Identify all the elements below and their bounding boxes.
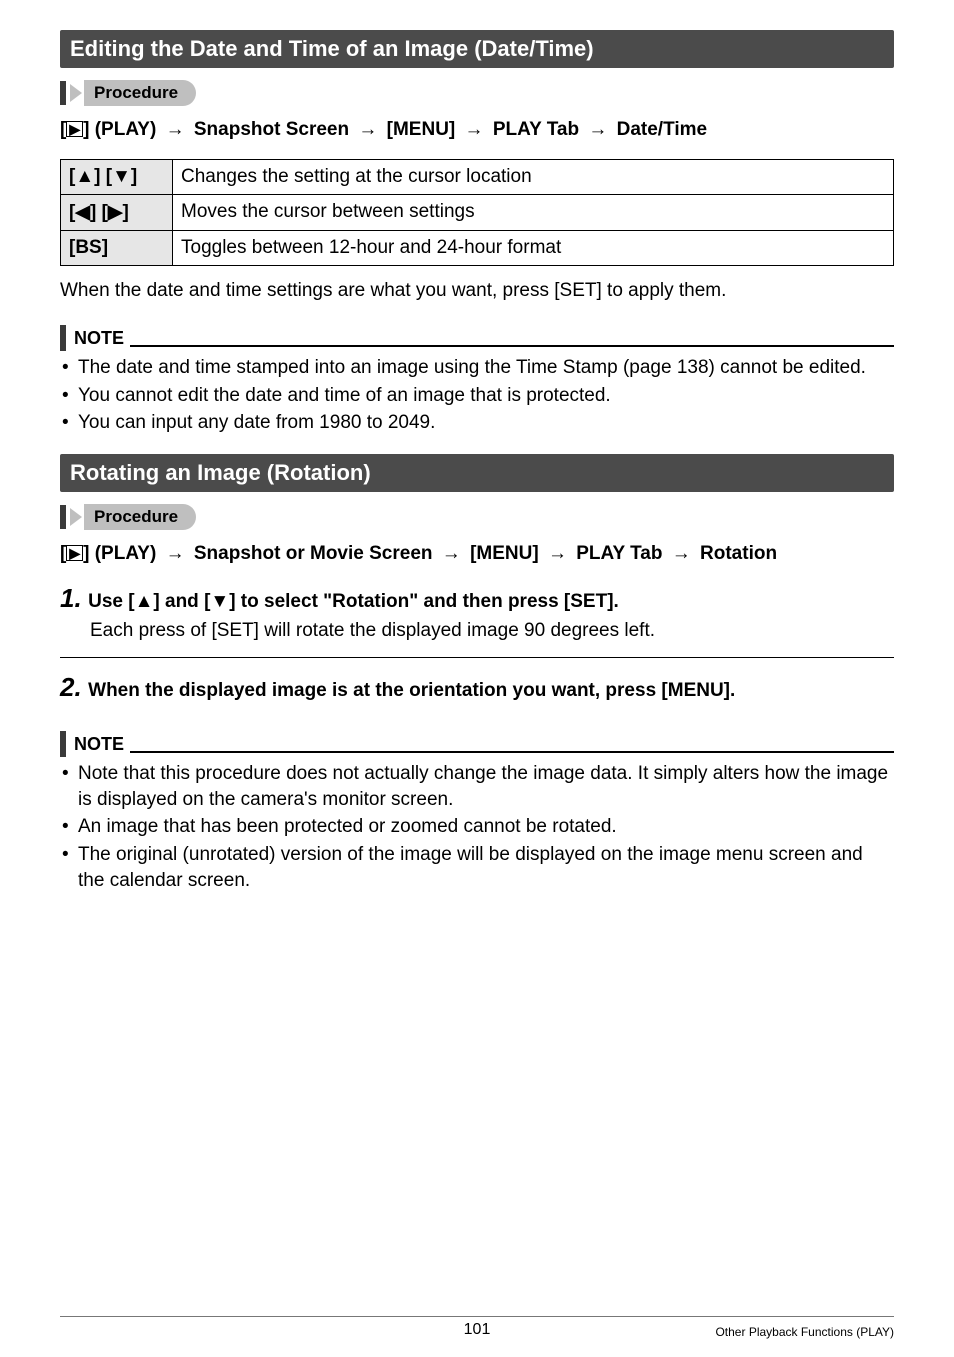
step-1-body: Each press of [SET] will rotate the disp… [90, 618, 894, 644]
procedure-label: Procedure [84, 504, 196, 530]
section-heading-rotation: Rotating an Image (Rotation) [60, 454, 894, 492]
path-part-4: Date/Time [617, 119, 707, 140]
page: Editing the Date and Time of an Image (D… [0, 0, 954, 1357]
procedure-bar-icon [60, 81, 66, 105]
table-row: [▲] [▼] Changes the setting at the curso… [61, 159, 894, 194]
note-header: NOTE [60, 325, 894, 351]
footer-rule [60, 1316, 894, 1317]
table-key: [◀] [▶] [61, 194, 173, 230]
step-divider [60, 657, 894, 658]
list-item: An image that has been protected or zoom… [60, 814, 894, 840]
table-key: [▲] [▼] [61, 159, 173, 194]
step-1: 1. Use [▲] and [▼] to select "Rotation" … [60, 583, 894, 644]
list-item: You cannot edit the date and time of an … [60, 383, 894, 409]
controls-table: [▲] [▼] Changes the setting at the curso… [60, 159, 894, 266]
arrow-icon: → [166, 540, 185, 569]
table-row: [BS] Toggles between 12-hour and 24-hour… [61, 230, 894, 265]
list-item: You can input any date from 1980 to 2049… [60, 410, 894, 436]
path-part-3: PLAY Tab [576, 543, 662, 564]
procedure-row: Procedure [60, 504, 894, 530]
table-row: [◀] [▶] Moves the cursor between setting… [61, 194, 894, 230]
procedure-label: Procedure [84, 80, 196, 106]
procedure-path-2: [▶] (PLAY) → Snapshot or Movie Screen → … [60, 540, 894, 569]
note-rule [130, 751, 894, 753]
note-label: NOTE [74, 328, 124, 351]
table-key: [BS] [61, 230, 173, 265]
step-number: 2. [60, 672, 82, 703]
path-part-2: [MENU] [470, 543, 539, 564]
step-number: 1. [60, 583, 82, 614]
note-label: NOTE [74, 734, 124, 757]
table-desc: Changes the setting at the cursor locati… [173, 159, 894, 194]
note-bar-icon [60, 731, 66, 757]
note-list-1: The date and time stamped into an image … [60, 355, 894, 436]
apply-text: When the date and time settings are what… [60, 278, 894, 304]
path-part-0: ] (PLAY) [83, 119, 156, 140]
table-desc: Moves the cursor between settings [173, 194, 894, 230]
list-item: The date and time stamped into an image … [60, 355, 894, 381]
page-number: 101 [320, 1321, 634, 1339]
section-heading-date-time: Editing the Date and Time of an Image (D… [60, 30, 894, 68]
arrow-icon: → [465, 116, 484, 145]
list-item: The original (unrotated) version of the … [60, 842, 894, 893]
table-desc: Toggles between 12-hour and 24-hour form… [173, 230, 894, 265]
arrow-icon: → [672, 540, 691, 569]
path-part-2: [MENU] [387, 119, 456, 140]
note-list-2: Note that this procedure does not actual… [60, 761, 894, 893]
path-part-3: PLAY Tab [493, 119, 579, 140]
path-part-1: Snapshot Screen [194, 119, 349, 140]
procedure-row: Procedure [60, 80, 894, 106]
play-icon: ▶ [66, 121, 83, 137]
arrow-icon: → [548, 540, 567, 569]
note-header: NOTE [60, 731, 894, 757]
step-2: 2. When the displayed image is at the or… [60, 672, 894, 703]
note-rule [130, 345, 894, 347]
path-part-4: Rotation [700, 543, 777, 564]
path-part-1: Snapshot or Movie Screen [194, 543, 433, 564]
arrow-icon: → [166, 116, 185, 145]
play-icon: ▶ [66, 545, 83, 561]
list-item: Note that this procedure does not actual… [60, 761, 894, 812]
procedure-arrow-icon [70, 84, 82, 102]
path-part-0: ] (PLAY) [83, 543, 156, 564]
arrow-icon: → [442, 540, 461, 569]
step-2-title: When the displayed image is at the orien… [88, 680, 735, 701]
step-1-title: Use [▲] and [▼] to select "Rotation" and… [88, 591, 619, 612]
note-bar-icon [60, 325, 66, 351]
arrow-icon: → [358, 116, 377, 145]
procedure-bar-icon [60, 505, 66, 529]
procedure-arrow-icon [70, 508, 82, 526]
footer: 101 Other Playback Functions (PLAY) [60, 1321, 894, 1339]
arrow-icon: → [588, 116, 607, 145]
procedure-path-1: [▶] (PLAY) → Snapshot Screen → [MENU] → … [60, 116, 894, 145]
footer-section: Other Playback Functions (PLAY) [634, 1325, 894, 1339]
